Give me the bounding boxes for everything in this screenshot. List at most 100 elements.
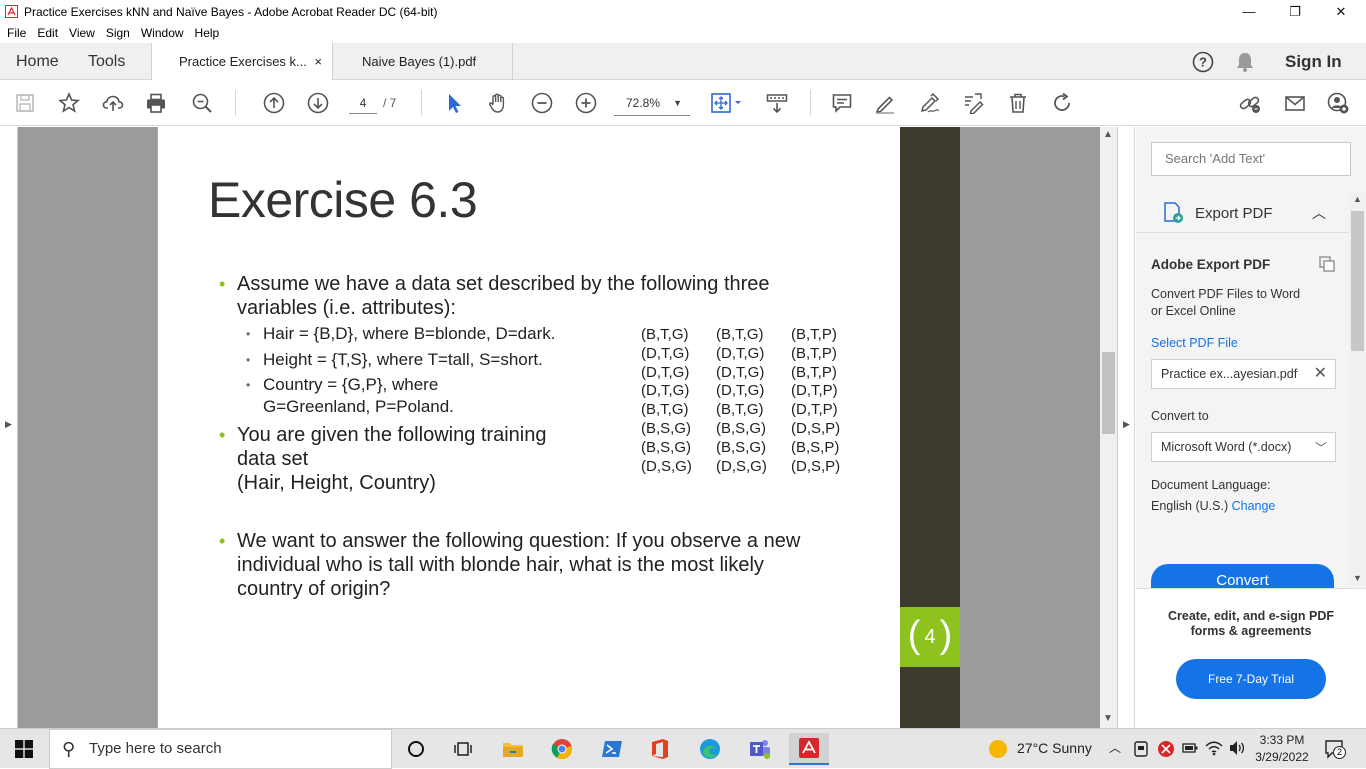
notification-center-icon[interactable]: 2: [1324, 738, 1346, 760]
clock-time: 3:33 PM: [1259, 733, 1305, 747]
scrollbar-thumb[interactable]: [1351, 211, 1364, 351]
zoom-search-icon[interactable]: [190, 91, 214, 115]
zoom-level-dropdown[interactable]: 72.8% ▼: [614, 90, 690, 116]
system-clock[interactable]: 3:33 PM 3/29/2022: [1250, 732, 1314, 766]
meet-now-icon[interactable]: [1134, 741, 1148, 757]
export-pdf-header[interactable]: Export PDF ︿: [1136, 193, 1350, 233]
menu-edit[interactable]: Edit: [37, 26, 62, 40]
table-row: (D,T,G) (D,T,G) (B,T,P): [641, 364, 866, 383]
left-pane-toggle[interactable]: ▶: [0, 127, 18, 728]
acrobat-taskbar-icon[interactable]: [789, 733, 829, 765]
table-cell: (B,T,P): [791, 344, 837, 362]
menu-window[interactable]: Window: [141, 26, 188, 40]
upload-cloud-icon[interactable]: [101, 91, 125, 115]
tools-pane-scrollbar[interactable]: ▲ ▼: [1349, 193, 1366, 586]
table-cell: (D,S,G): [716, 457, 767, 475]
change-language-link[interactable]: Change: [1232, 499, 1276, 513]
bullet-line: individual who is tall with blonde hair,…: [237, 554, 764, 576]
next-page-icon[interactable]: [306, 91, 330, 115]
copy-icon[interactable]: [1318, 255, 1336, 273]
tray-chevron-up-icon[interactable]: ︿: [1109, 739, 1121, 756]
email-envelope-icon[interactable]: [1283, 91, 1307, 115]
restore-button[interactable]: ❐: [1272, 0, 1318, 23]
table-cell: (D,T,G): [641, 363, 690, 381]
remove-file-icon[interactable]: ✕: [1314, 360, 1327, 388]
scroll-up-icon[interactable]: ▲: [1353, 194, 1362, 204]
battery-icon[interactable]: [1182, 742, 1198, 754]
close-window-button[interactable]: ✕: [1318, 0, 1364, 23]
save-icon[interactable]: [13, 91, 37, 115]
document-tab-active[interactable]: Practice Exercises k... ×: [151, 43, 333, 81]
language-value: English (U.S.): [1151, 499, 1229, 513]
powershell-icon[interactable]: [592, 733, 632, 765]
task-view-icon[interactable]: [443, 733, 483, 765]
teams-icon[interactable]: [740, 733, 780, 765]
comment-icon[interactable]: [830, 91, 854, 115]
menu-file[interactable]: File: [7, 26, 30, 40]
sub-bullet-text: Country = {G,P}, where: [263, 375, 439, 394]
file-explorer-icon[interactable]: [493, 733, 533, 765]
export-pdf-icon: [1164, 202, 1183, 223]
tools-tab[interactable]: Tools: [88, 43, 125, 80]
sub-bullet-height: • Height = {T,S}, where T=tall, S=short.: [246, 349, 543, 371]
camera-blocked-icon[interactable]: [1157, 740, 1175, 758]
chevron-up-icon[interactable]: ︿: [1312, 203, 1326, 223]
free-trial-button[interactable]: Free 7-Day Trial: [1176, 659, 1326, 699]
tools-search-input[interactable]: Search 'Add Text': [1151, 142, 1351, 176]
slide-page-number-text: 4: [924, 625, 936, 648]
document-tab[interactable]: Naive Bayes (1).pdf: [335, 43, 513, 80]
menu-help[interactable]: Help: [195, 26, 224, 40]
page-number-input[interactable]: 4: [349, 92, 377, 114]
start-button[interactable]: [0, 729, 48, 769]
highlight-pen-icon[interactable]: [873, 91, 897, 115]
bullet-line: variables (i.e. attributes):: [237, 297, 456, 319]
hand-tool-icon[interactable]: [486, 91, 510, 115]
notification-bell-icon[interactable]: [1235, 43, 1255, 80]
acrobat-app-icon: [5, 5, 18, 18]
previous-page-icon[interactable]: [262, 91, 286, 115]
help-icon[interactable]: ?: [1192, 43, 1214, 80]
zoom-out-icon[interactable]: [530, 91, 554, 115]
format-dropdown[interactable]: Microsoft Word (*.docx) ﹀: [1151, 432, 1336, 462]
select-cursor-icon[interactable]: [442, 91, 466, 115]
right-pane-toggle[interactable]: ▶: [1117, 127, 1135, 728]
scroll-up-icon[interactable]: ▲: [1103, 129, 1113, 140]
page-fit-dropdown-icon[interactable]: [709, 91, 745, 115]
share-link-icon[interactable]: [1238, 91, 1262, 115]
wifi-icon[interactable]: [1205, 740, 1223, 756]
table-row: (D,T,G) (D,T,G) (D,T,P): [641, 382, 866, 401]
scroll-down-icon[interactable]: ▼: [1353, 573, 1362, 583]
menu-bar: File Edit View Sign Window Help: [0, 23, 1366, 43]
bullet-line: data set: [237, 448, 309, 470]
rotate-icon[interactable]: [1050, 91, 1074, 115]
expand-left-icon: ▶: [5, 419, 12, 429]
chrome-icon[interactable]: [542, 733, 582, 765]
training-data-table: (B,T,G) (B,T,G) (B,T,P) (D,T,G) (D,T,G) (B,T…: [641, 326, 866, 476]
menu-sign[interactable]: Sign: [106, 26, 134, 40]
select-pdf-file-link[interactable]: Select PDF File: [1151, 336, 1238, 350]
sign-pen-icon[interactable]: [917, 91, 941, 115]
scrollbar-thumb[interactable]: [1102, 352, 1115, 434]
chevron-down-icon: ▼: [673, 98, 682, 108]
delete-trash-icon[interactable]: [1006, 91, 1030, 115]
bookmark-star-icon[interactable]: [57, 91, 81, 115]
weather-text[interactable]: 27°C Sunny: [1017, 740, 1092, 756]
menu-view[interactable]: View: [69, 26, 99, 40]
add-user-icon[interactable]: [1326, 91, 1350, 115]
zoom-in-icon[interactable]: [574, 91, 598, 115]
edge-icon[interactable]: [690, 733, 730, 765]
document-scrollbar[interactable]: ▲ ▼: [1100, 127, 1117, 728]
taskbar-search-box[interactable]: ⚲ Type here to search: [49, 729, 392, 769]
cortana-icon[interactable]: [396, 733, 436, 765]
print-icon[interactable]: [144, 91, 168, 115]
taskbar-search-placeholder: Type here to search: [89, 740, 222, 757]
minimize-button[interactable]: —: [1226, 0, 1272, 23]
close-tab-icon[interactable]: ×: [314, 43, 322, 80]
volume-icon[interactable]: [1228, 740, 1246, 756]
edit-document-icon[interactable]: [961, 91, 985, 115]
scroll-down-icon[interactable]: ▼: [1103, 713, 1113, 724]
sign-in-link[interactable]: Sign In: [1285, 43, 1342, 80]
office-icon[interactable]: [640, 733, 680, 765]
home-tab[interactable]: Home: [16, 43, 59, 80]
scroll-mode-icon[interactable]: [765, 91, 789, 115]
